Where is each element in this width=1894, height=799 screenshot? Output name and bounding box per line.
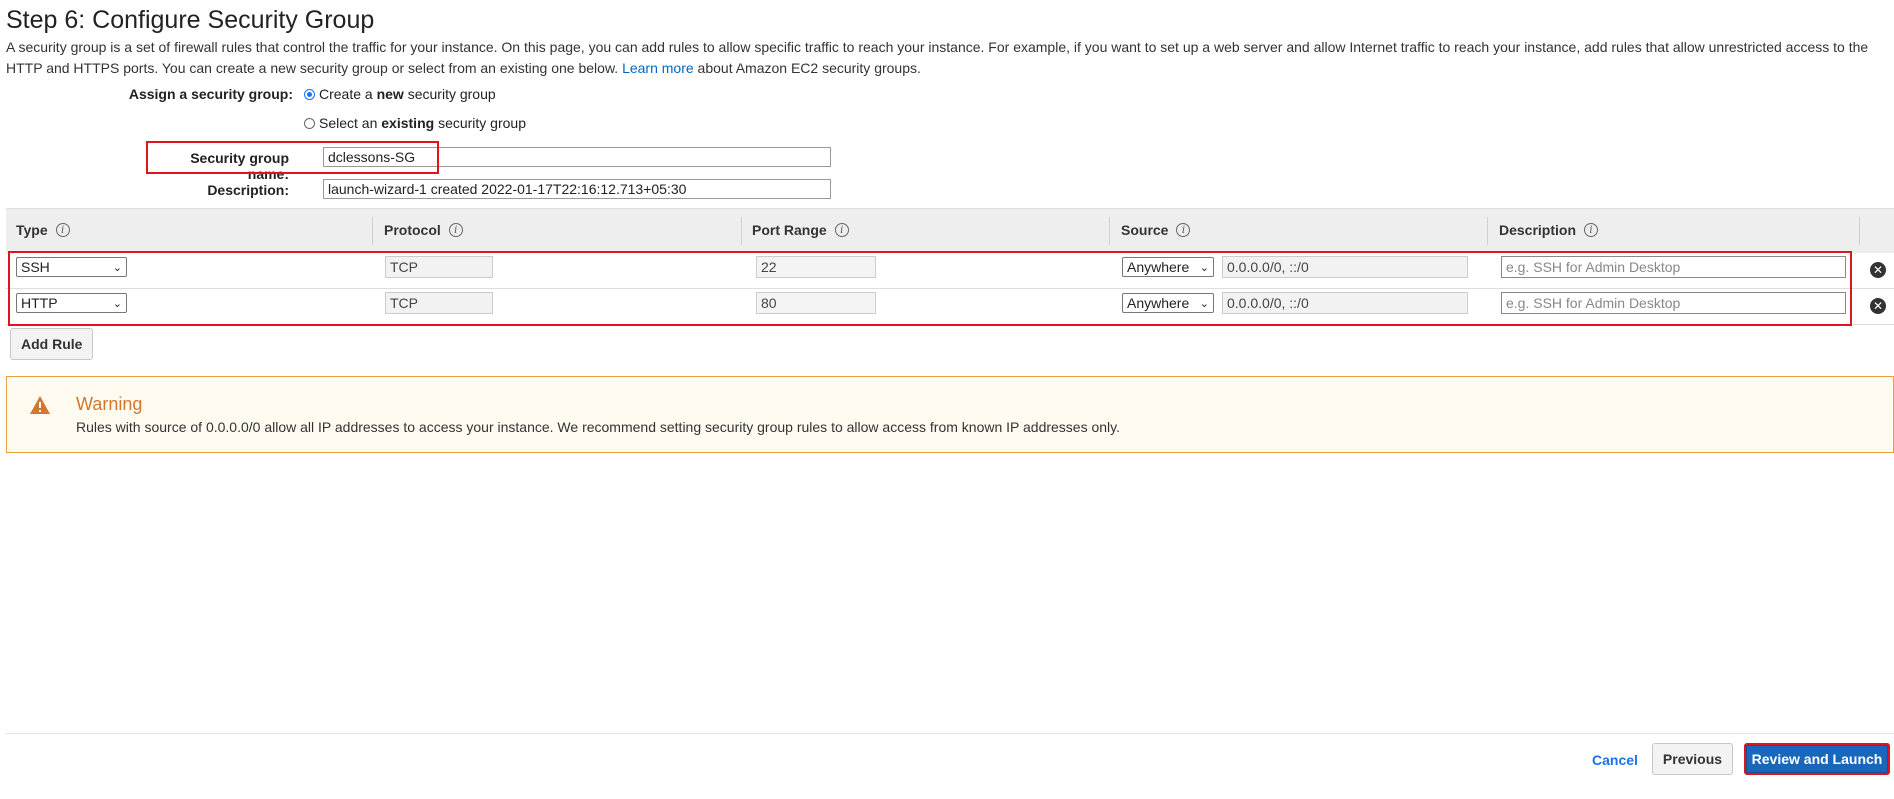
previous-button[interactable]: Previous xyxy=(1652,743,1733,775)
rule-row: HTTP ⌄ TCP 80 Anywhere ⌄ 0.0.0.0/0, ::/0 e… xyxy=(6,288,1894,325)
chevron-down-icon: ⌄ xyxy=(1199,298,1209,310)
footer-divider xyxy=(6,733,1894,734)
port-range-input[interactable]: 22 xyxy=(756,256,876,278)
column-divider xyxy=(741,217,742,245)
column-protocol: Protocol i xyxy=(384,222,463,238)
warning-text: Rules with source of 0.0.0.0/0 allow all… xyxy=(76,419,1121,435)
source-cidr-input[interactable]: 0.0.0.0/0, ::/0 xyxy=(1222,292,1468,314)
learn-more-link[interactable]: Learn more xyxy=(622,60,694,76)
description-label: Description: xyxy=(207,182,289,198)
column-port-range: Port Range i xyxy=(752,222,849,238)
warning-title: Warning xyxy=(76,394,143,414)
column-source: Source i xyxy=(1121,222,1191,238)
info-icon[interactable]: i xyxy=(448,223,463,237)
radio-create-new-label: Create a new security group xyxy=(319,86,496,102)
chevron-down-icon: ⌄ xyxy=(112,298,122,310)
warning-box: Warning Rules with source of 0.0.0.0/0 a… xyxy=(6,376,1894,453)
info-icon[interactable]: i xyxy=(55,223,70,237)
column-type: Type i xyxy=(16,222,70,238)
security-group-name-label: Security group name: xyxy=(190,150,289,182)
chevron-down-icon: ⌄ xyxy=(112,262,122,274)
radio-create-new[interactable]: Create a new security group xyxy=(304,86,496,102)
type-select[interactable]: SSH ⌄ xyxy=(16,257,127,277)
protocol-field: TCP xyxy=(385,292,493,314)
column-divider xyxy=(1859,217,1860,245)
info-icon[interactable]: i xyxy=(1176,223,1191,237)
review-and-launch-button[interactable]: Review and Launch xyxy=(1744,743,1890,775)
radio-select-existing-button[interactable] xyxy=(304,117,315,129)
column-divider xyxy=(1109,217,1110,245)
intro-suffix: about Amazon EC2 security groups. xyxy=(697,60,921,76)
intro-paragraph: A security group is a set of firewall ru… xyxy=(6,37,1886,79)
remove-rule-icon[interactable]: ✕ xyxy=(1870,298,1886,314)
add-rule-button[interactable]: Add Rule xyxy=(10,328,94,360)
assign-security-group-label: Assign a security group: xyxy=(128,86,293,102)
radio-select-existing[interactable]: Select an existing security group xyxy=(304,115,526,131)
column-divider xyxy=(1487,217,1488,245)
source-cidr-input[interactable]: 0.0.0.0/0, ::/0 xyxy=(1222,256,1468,278)
description-input[interactable]: launch-wizard-1 created 2022-01-17T22:16… xyxy=(323,179,831,199)
intro-text: A security group is a set of firewall ru… xyxy=(6,39,1869,76)
radio-create-new-button[interactable] xyxy=(304,88,315,100)
remove-rule-icon[interactable]: ✕ xyxy=(1870,262,1886,278)
info-icon[interactable]: i xyxy=(1584,223,1599,237)
rule-row: SSH ⌄ TCP 22 Anywhere ⌄ 0.0.0.0/0, ::/0 e.… xyxy=(6,252,1894,289)
radio-select-existing-label: Select an existing security group xyxy=(319,115,526,131)
chevron-down-icon: ⌄ xyxy=(1199,262,1209,274)
port-range-input[interactable]: 80 xyxy=(756,292,876,314)
page-title: Step 6: Configure Security Group xyxy=(6,6,375,34)
protocol-field: TCP xyxy=(385,256,493,278)
info-icon[interactable]: i xyxy=(834,223,849,237)
rules-table-header: Type i Protocol i Port Range i Source i Desc… xyxy=(6,208,1894,253)
rule-description-input[interactable]: e.g. SSH for Admin Desktop xyxy=(1501,292,1846,314)
source-select[interactable]: Anywhere ⌄ xyxy=(1122,257,1214,277)
warning-icon xyxy=(30,396,50,414)
source-select[interactable]: Anywhere ⌄ xyxy=(1122,293,1214,313)
column-divider xyxy=(372,217,373,245)
rule-description-input[interactable]: e.g. SSH for Admin Desktop xyxy=(1501,256,1846,278)
column-description: Description i xyxy=(1499,222,1599,238)
cancel-link[interactable]: Cancel xyxy=(1592,752,1638,768)
security-group-name-input[interactable]: dclessons-SG xyxy=(323,147,831,167)
type-select[interactable]: HTTP ⌄ xyxy=(16,293,127,313)
